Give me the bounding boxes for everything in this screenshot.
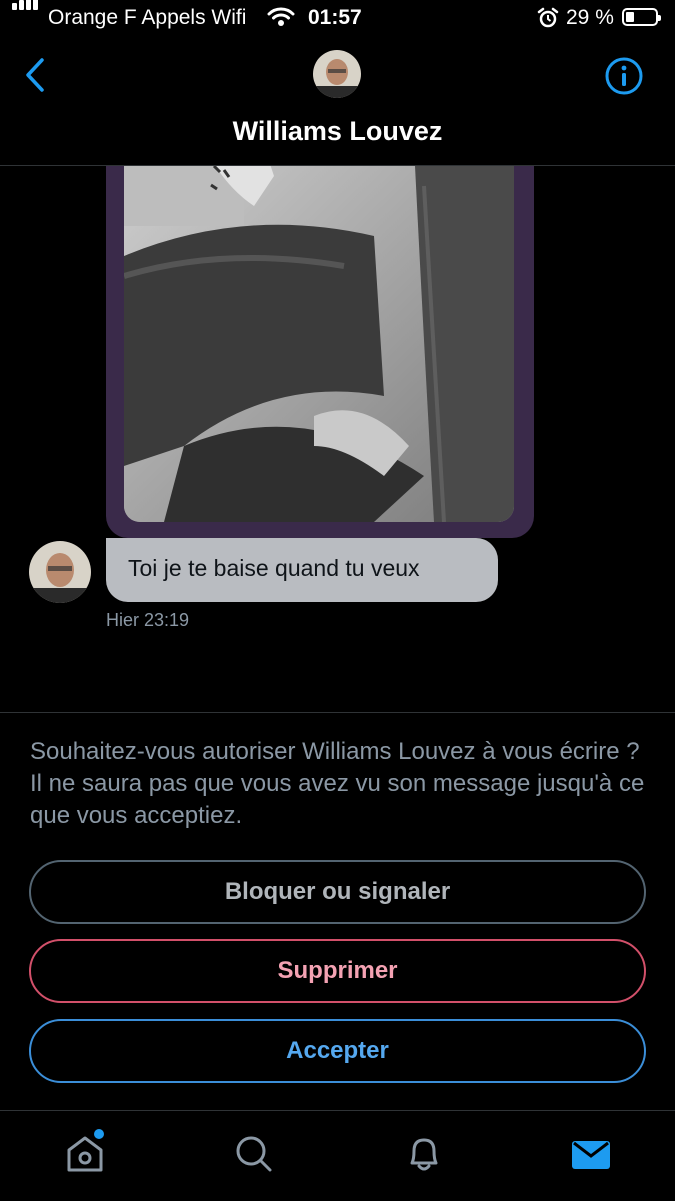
notifications-icon[interactable]	[403, 1133, 445, 1175]
tab-bar	[0, 1110, 675, 1201]
photo-icon[interactable]	[124, 166, 514, 522]
page-title: Williams Louvez	[232, 116, 443, 146]
carrier-name: Orange F Appels Wifi	[48, 6, 247, 29]
status-bar: Orange F Appels Wifi 01:57 29 %	[0, 0, 675, 36]
home-icon[interactable]	[64, 1133, 106, 1175]
message-timestamp: Hier 23:19	[106, 610, 190, 630]
wifi-icon	[267, 7, 295, 26]
new-content-dot	[94, 1129, 104, 1139]
divider	[0, 712, 675, 713]
status-time: 01:57	[308, 6, 362, 29]
image-message[interactable]	[106, 166, 534, 538]
delete-button[interactable]: Supprimer	[29, 939, 646, 1003]
block-or-report-button[interactable]: Bloquer ou signaler	[29, 860, 646, 924]
message-request-prompt: Souhaitez-vous autoriser Williams Louvez…	[30, 738, 645, 829]
message-bubble[interactable]: Toi je te baise quand tu veux	[106, 538, 498, 602]
avatar[interactable]	[313, 50, 361, 98]
chevron-left-icon[interactable]	[22, 56, 48, 94]
battery-icon	[622, 8, 661, 26]
info-icon[interactable]	[604, 56, 644, 96]
messages-icon[interactable]	[570, 1133, 612, 1175]
battery-percent: 29 %	[566, 6, 614, 29]
conversation-header: Williams Louvez	[0, 36, 675, 166]
alarm-icon	[537, 7, 559, 28]
search-icon[interactable]	[233, 1133, 275, 1175]
message-thread[interactable]: Toi je te baise quand tu veux Hier 23:19	[0, 166, 675, 712]
accept-button[interactable]: Accepter	[29, 1019, 646, 1083]
avatar[interactable]	[29, 541, 91, 603]
